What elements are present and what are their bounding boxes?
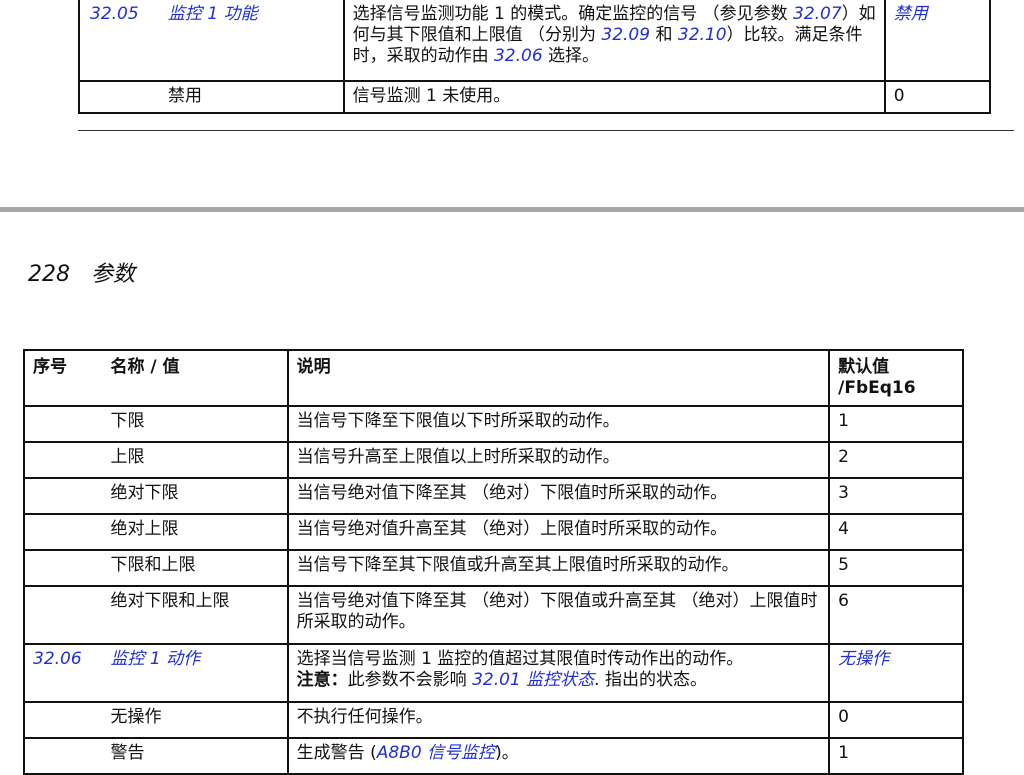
default-cell: 5 <box>828 549 964 587</box>
table-row: 禁用 信号监测 1 未使用。 0 <box>78 80 992 114</box>
note-label: 注意： <box>296 670 348 690</box>
table-row: 绝对下限和上限 当信号绝对值下降至其 （绝对）下限值或升高至其 （绝对）上限值时… <box>22 585 964 645</box>
current-page: 228 参数 序号 名称 / 值 说明 默认值 /FbEq16 下限 当信号下降… <box>0 212 1024 775</box>
description-cell: 当信号升高至上限值以上时所采取的动作。 <box>286 441 831 479</box>
note-line: 注意：此参数不会影响 32.01 监控状态. 指出的状态。 <box>297 670 828 691</box>
warning-code-link[interactable]: A8B0 <box>377 743 422 763</box>
note-text: 此参数不会影响 <box>347 670 473 690</box>
param-ref-link[interactable]: 32.06 <box>494 46 543 66</box>
default-cell: 1 <box>828 737 964 775</box>
default-cell: 6 <box>828 585 964 645</box>
param-ref-link[interactable]: 32.09 <box>601 25 650 45</box>
default-cell: 1 <box>828 405 964 443</box>
default-cell: 2 <box>828 441 964 479</box>
number-cell <box>22 585 101 645</box>
default-cell: 禁用 <box>883 0 992 82</box>
description-cell: 生成警告 (A8B0 信号监控)。 <box>286 737 831 775</box>
description-cell: 选择当信号监测 1 监控的值超过其限值时传动作出的动作。 注意：此参数不会影响 … <box>286 643 831 703</box>
table-row: 绝对上限 当信号绝对值升高至其 （绝对）上限值时所采取的动作。 4 <box>22 513 964 551</box>
page-header: 228 参数 <box>28 256 135 288</box>
param-ref-link[interactable]: 32.07 <box>793 4 842 24</box>
default-cell: 0 <box>883 80 992 114</box>
parameter-number-link[interactable]: 32.05 <box>90 4 168 25</box>
description-cell: 当信号绝对值下降至其 （绝对）下限值时所采取的动作。 <box>286 477 831 515</box>
section-title: 参数 <box>91 262 136 287</box>
value-name-cell: 禁用 <box>78 80 345 114</box>
value-name-cell: 下限 <box>100 405 289 443</box>
number-cell <box>22 737 101 775</box>
parameter-name-link[interactable]: 监控 1 动作 <box>110 649 200 669</box>
footer-rule <box>78 130 1014 131</box>
description-cell: 当信号下降至下限值以下时所采取的动作。 <box>286 405 831 443</box>
table-row: 下限 当信号下降至下限值以下时所采取的动作。 1 <box>22 405 964 443</box>
header-default: 默认值 /FbEq16 <box>828 349 964 407</box>
table-header-row: 序号 名称 / 值 说明 默认值 /FbEq16 <box>22 349 964 407</box>
parameter-table-top: 32.05 监控 1 功能 选择信号监测功能 1 的模式。确定监控的信号 （参见参… <box>78 0 992 114</box>
desc-text: 生成警告 ( <box>296 743 377 763</box>
param-ref-link[interactable]: 32.01 <box>472 670 521 690</box>
page-number: 228 <box>28 262 70 287</box>
value-name-cell: 下限和上限 <box>100 549 289 587</box>
value-name-cell: 绝对下限和上限 <box>100 585 289 645</box>
parameter-table: 序号 名称 / 值 说明 默认值 /FbEq16 下限 当信号下降至下限值以下时… <box>22 349 964 775</box>
default-value-link[interactable]: 无操作 <box>838 649 889 669</box>
previous-page: 32.05 监控 1 功能 选择信号监测功能 1 的模式。确定监控的信号 （参见参… <box>0 0 1024 207</box>
number-cell <box>22 701 101 739</box>
number-cell <box>22 549 101 587</box>
value-name-cell: 无操作 <box>100 701 289 739</box>
header-name: 名称 / 值 <box>100 349 289 407</box>
default-cell: 3 <box>828 477 964 515</box>
table-row: 警告 生成警告 (A8B0 信号监控)。 1 <box>22 737 964 775</box>
description-cell: 信号监测 1 未使用。 <box>342 80 886 114</box>
description-cell: 当信号绝对值下降至其 （绝对）下限值或升高至其 （绝对）上限值时所采取的动作。 <box>286 585 831 645</box>
header-description: 说明 <box>286 349 831 407</box>
table-row: 上限 当信号升高至上限值以上时所采取的动作。 2 <box>22 441 964 479</box>
value-name-cell: 警告 <box>100 737 289 775</box>
number-cell <box>22 441 101 479</box>
note-tail: . 指出的状态。 <box>594 670 707 690</box>
param-ref-link[interactable]: 32.10 <box>678 25 727 45</box>
param-ref-name-link[interactable]: 监控状态 <box>526 670 594 690</box>
parameter-name-cell: 32.05 监控 1 功能 <box>78 0 345 82</box>
description-cell: 当信号下降至其下限值或升高至其上限值时所采取的动作。 <box>286 549 831 587</box>
table-row: 绝对下限 当信号绝对值下降至其 （绝对）下限值时所采取的动作。 3 <box>22 477 964 515</box>
number-cell <box>22 513 101 551</box>
number-cell <box>22 477 101 515</box>
desc-text: 选择信号监测功能 1 的模式。确定监控的信号 （参见参数 <box>352 4 794 24</box>
table-row: 无操作 不执行任何操作。 0 <box>22 701 964 739</box>
description-cell: 选择信号监测功能 1 的模式。确定监控的信号 （参见参数 32.07）如何与其下… <box>342 0 886 82</box>
desc-text: )。 <box>495 743 519 763</box>
default-cell: 0 <box>828 701 964 739</box>
value-name-cell: 绝对下限 <box>100 477 289 515</box>
default-cell: 4 <box>828 513 964 551</box>
value-name-cell: 绝对上限 <box>100 513 289 551</box>
value-name-cell: 上限 <box>100 441 289 479</box>
table-row: 32.05 监控 1 功能 选择信号监测功能 1 的模式。确定监控的信号 （参见参… <box>78 0 992 82</box>
number-cell <box>22 405 101 443</box>
parameter-name-cell: 监控 1 动作 <box>100 643 289 703</box>
header-number: 序号 <box>22 349 101 407</box>
warning-name-link[interactable]: 信号监控 <box>427 743 495 763</box>
header-default-line1: 默认值 <box>838 357 890 377</box>
desc-text: 和 <box>650 25 678 45</box>
default-value-link[interactable]: 禁用 <box>894 4 928 24</box>
parameter-number-cell: 32.06 <box>22 643 101 703</box>
parameter-number-link[interactable]: 32.06 <box>33 649 82 669</box>
parameter-name-link[interactable]: 监控 1 功能 <box>168 4 258 24</box>
description-cell: 当信号绝对值升高至其 （绝对）上限值时所采取的动作。 <box>286 513 831 551</box>
desc-text: 选择。 <box>542 46 600 66</box>
table-row: 下限和上限 当信号下降至其下限值或升高至其上限值时所采取的动作。 5 <box>22 549 964 587</box>
parameter-row: 32.06 监控 1 动作 选择当信号监测 1 监控的值超过其限值时传动作出的动… <box>22 643 964 703</box>
default-cell: 无操作 <box>828 643 964 703</box>
header-default-line2: /FbEq16 <box>838 378 916 398</box>
description-cell: 不执行任何操作。 <box>286 701 831 739</box>
desc-text: 选择当信号监测 1 监控的值超过其限值时传动作出的动作。 <box>296 649 744 669</box>
